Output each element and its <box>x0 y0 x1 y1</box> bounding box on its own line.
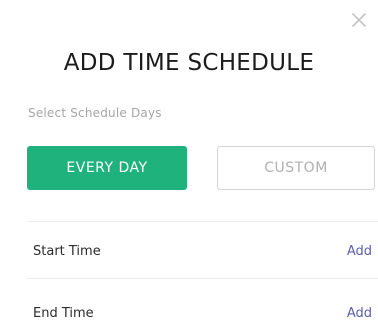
dialog-title: ADD TIME SCHEDULE <box>63 50 315 76</box>
close-icon[interactable] <box>350 11 368 29</box>
start-time-label: Start Time <box>33 244 101 259</box>
schedule-days-label: Select Schedule Days <box>28 106 162 120</box>
divider <box>27 221 378 222</box>
custom-button[interactable]: CUSTOM <box>217 146 375 190</box>
custom-button-label: CUSTOM <box>264 160 328 176</box>
start-time-add-link[interactable]: Add <box>347 244 372 259</box>
every-day-button-label: EVERY DAY <box>66 160 148 176</box>
end-time-label: End Time <box>33 306 94 321</box>
add-time-schedule-dialog: ADD TIME SCHEDULE Select Schedule Days E… <box>0 0 378 326</box>
divider <box>27 278 378 279</box>
every-day-button[interactable]: EVERY DAY <box>27 146 187 190</box>
end-time-add-link[interactable]: Add <box>347 306 372 321</box>
